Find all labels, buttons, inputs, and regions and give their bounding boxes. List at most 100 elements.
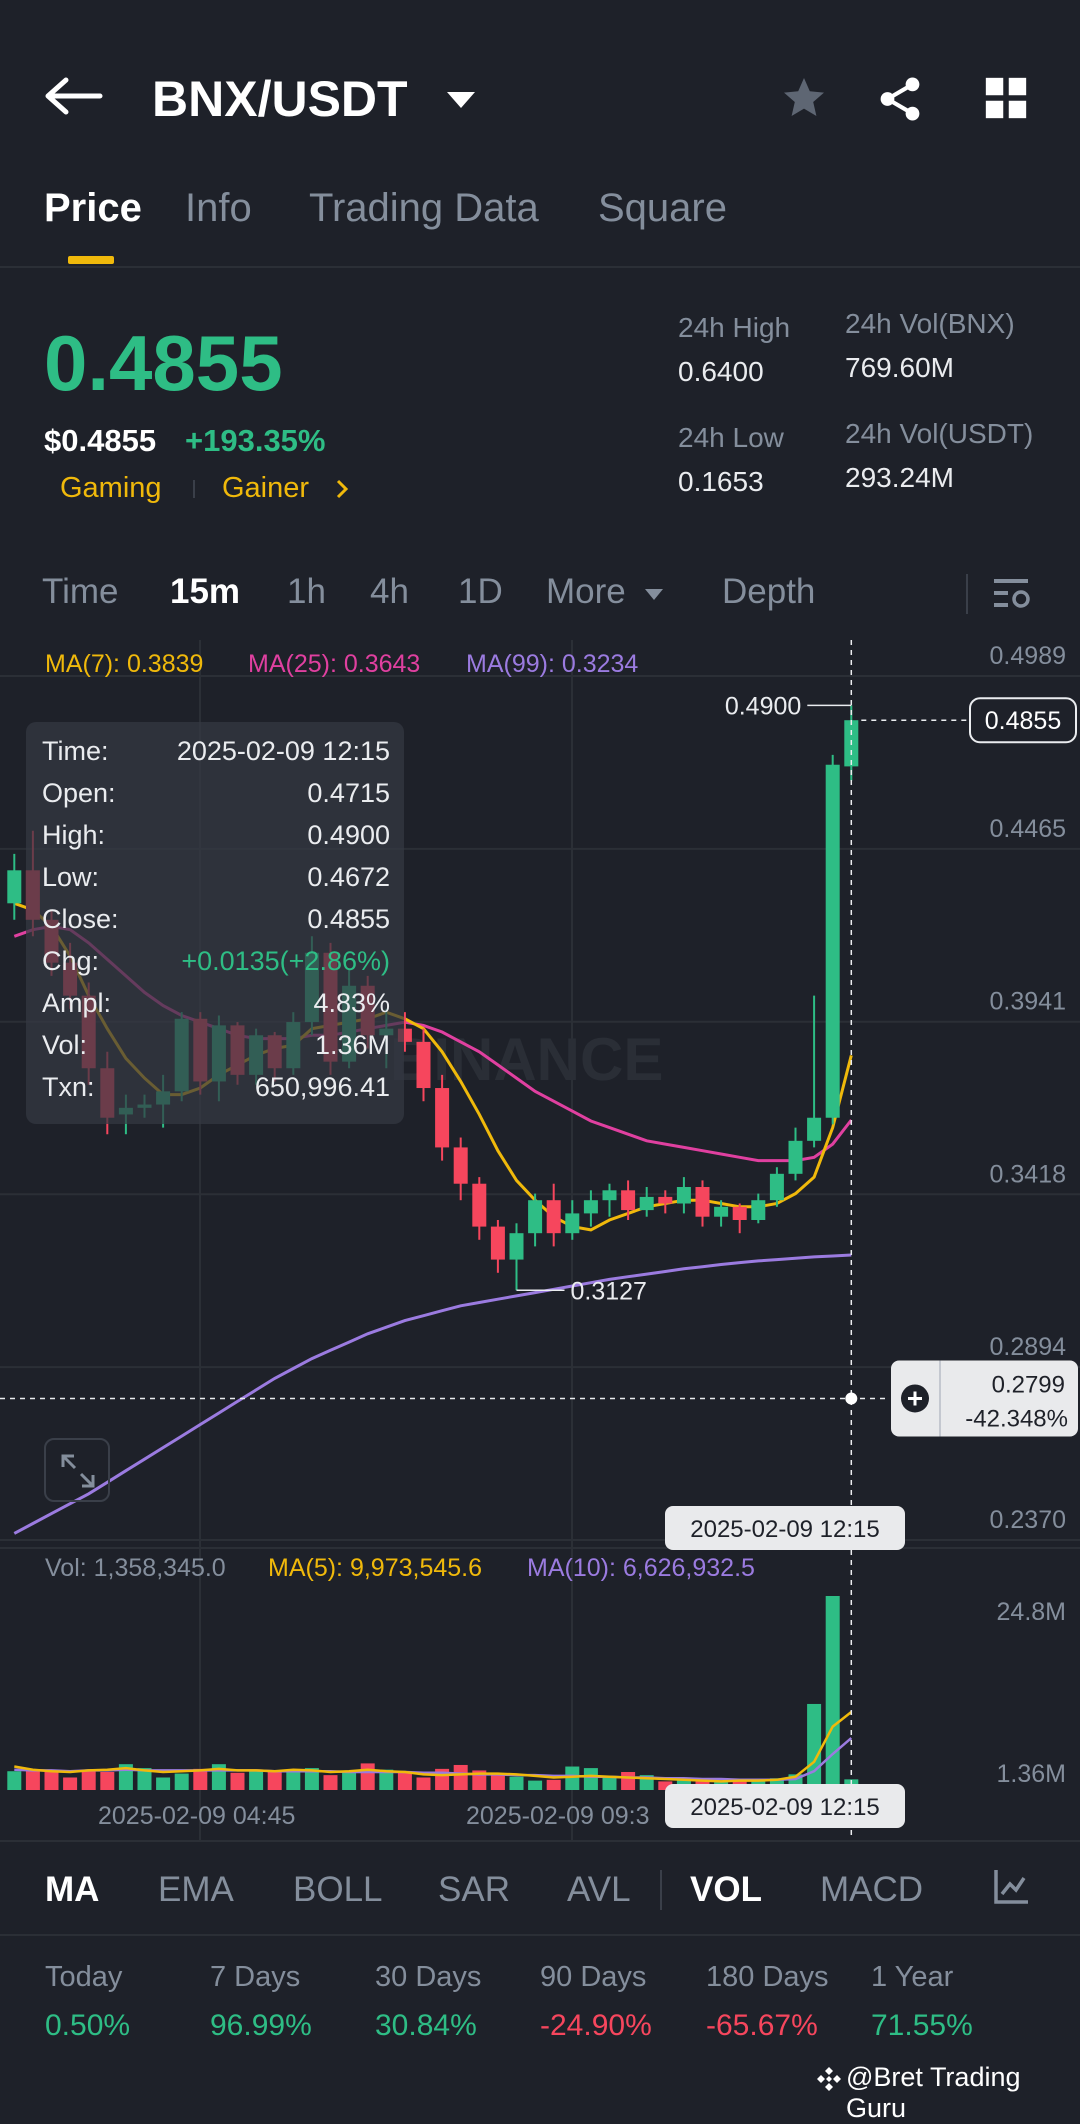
top-bar: BNX/USDT (0, 40, 1080, 156)
candle-body (769, 1173, 784, 1201)
tf-more[interactable]: More (546, 572, 626, 612)
tag-divider (193, 480, 195, 498)
volume-bar (7, 1771, 22, 1790)
candle-body (546, 1200, 561, 1234)
tooltip-value: 1.36M (314, 1030, 390, 1060)
tab-info[interactable]: Info (185, 186, 252, 231)
crosshair-price: 0.2799 (992, 1371, 1065, 1398)
vol-legend: Vol: 1,358,345.0 (45, 1554, 226, 1582)
tf-time[interactable]: Time (42, 572, 118, 612)
vol-ma5-line (14, 1711, 853, 1783)
volume-bar (267, 1772, 282, 1790)
vol-ma5-legend: MA(5): 9,973,545.6 (268, 1554, 483, 1582)
volume-bar (416, 1777, 431, 1790)
tab-trading-data[interactable]: Trading Data (309, 186, 539, 231)
ind-sar[interactable]: SAR (438, 1870, 510, 1910)
volume-bar (249, 1769, 264, 1790)
fullscreen-button[interactable] (44, 1438, 110, 1502)
vol-quote-value: 293.24M (845, 462, 954, 493)
tooltip-value: 0.4715 (307, 778, 390, 808)
high-label: 24h High (678, 312, 791, 343)
tooltip-value: 2025-02-09 12:15 (176, 736, 390, 766)
volume-bar (25, 1770, 40, 1790)
volume-bar (509, 1776, 524, 1790)
ind-ma[interactable]: MA (45, 1870, 99, 1910)
chart-settings-icon[interactable] (992, 576, 1032, 612)
tooltip-value: 650,996.41 (254, 1072, 390, 1102)
perf-label: 7 Days (210, 1961, 301, 1993)
candle-body (490, 1226, 505, 1260)
tooltip-label: Chg: (42, 946, 100, 976)
tf-4h[interactable]: 4h (370, 572, 409, 612)
back-arrow-icon[interactable] (44, 76, 104, 116)
ind-boll[interactable]: BOLL (293, 1870, 383, 1910)
last-price-tag-label: 0.4855 (985, 707, 1061, 735)
volume-bar (323, 1775, 338, 1790)
tag-gainer[interactable]: Gainer (222, 472, 309, 505)
ind-divider (660, 1870, 662, 1910)
price-tick-label: 0.4465 (990, 815, 1066, 843)
ind-ema[interactable]: EMA (158, 1870, 234, 1910)
tf-1h[interactable]: 1h (287, 572, 326, 612)
ind-avl[interactable]: AVL (567, 1870, 631, 1910)
indicator-settings-icon[interactable] (992, 1868, 1030, 1906)
x-axis-label: 2025-02-09 04:45 (98, 1802, 295, 1830)
pair-dropdown-icon[interactable] (447, 92, 475, 108)
ma7-legend: MA(7): 0.3839 (45, 650, 204, 678)
volume-bar (825, 1596, 840, 1790)
volume-bar (174, 1773, 189, 1790)
more-caret-icon[interactable] (645, 589, 663, 600)
volume-bar (81, 1769, 96, 1790)
perf-value: -24.90% (540, 2009, 652, 2042)
candle-body (807, 1117, 822, 1141)
low-marker-label: 0.3127 (571, 1277, 647, 1305)
tab-square[interactable]: Square (598, 186, 727, 231)
candle-body (453, 1147, 468, 1184)
volume-bar (44, 1769, 59, 1790)
tooltip-value: 0.4855 (307, 904, 390, 934)
candle-body (788, 1140, 803, 1174)
candle-body (751, 1200, 766, 1220)
perf-label: Today (45, 1961, 123, 1993)
credit-watermark: @Bret Trading Guru (846, 2062, 1021, 2123)
ind-macd[interactable]: MACD (820, 1870, 923, 1910)
candle-body (565, 1213, 580, 1234)
tab-price[interactable]: Price (44, 186, 142, 231)
volume-bar (546, 1779, 561, 1790)
perf-value: 96.99% (210, 2009, 312, 2042)
price-tick-label: 0.2370 (990, 1506, 1066, 1534)
perf-value: 71.55% (871, 2009, 973, 2042)
grid-menu-icon[interactable] (984, 76, 1028, 120)
candle-body (602, 1190, 617, 1201)
ind-vol[interactable]: VOL (690, 1870, 762, 1910)
volume-bar (565, 1766, 580, 1790)
tf-1d[interactable]: 1D (458, 572, 503, 612)
vol-tick-label: 24.8M (997, 1598, 1066, 1626)
price-tick-label: 0.2894 (990, 1333, 1067, 1361)
favorite-star-icon[interactable] (780, 74, 828, 122)
tooltip-value: 0.4672 (307, 862, 390, 892)
candle-body (509, 1233, 524, 1260)
volume-bar (602, 1776, 617, 1790)
volume-bar (63, 1777, 78, 1790)
candle-body (658, 1196, 673, 1204)
candle-body (714, 1206, 729, 1217)
volume-bar (621, 1772, 636, 1790)
candle-body (676, 1187, 691, 1204)
volume-bar (100, 1772, 115, 1790)
tooltip-value: 4.83% (313, 988, 390, 1018)
tooltip-label: Open: (42, 778, 116, 808)
perf-value: -65.67% (706, 2009, 818, 2042)
perf-label: 180 Days (706, 1961, 829, 1993)
chevron-right-icon[interactable] (335, 478, 349, 500)
expand-icon (61, 1454, 95, 1488)
tf-depth[interactable]: Depth (722, 572, 815, 612)
tf-divider (966, 574, 968, 614)
price-tick-label: 0.4989 (990, 642, 1066, 670)
price-tick-label: 0.3418 (990, 1160, 1066, 1188)
perf-label: 30 Days (375, 1961, 482, 1993)
pair-title[interactable]: BNX/USDT (152, 70, 408, 128)
tf-15m[interactable]: 15m (170, 572, 240, 612)
tag-gaming[interactable]: Gaming (60, 472, 162, 505)
share-icon[interactable] (875, 74, 925, 124)
